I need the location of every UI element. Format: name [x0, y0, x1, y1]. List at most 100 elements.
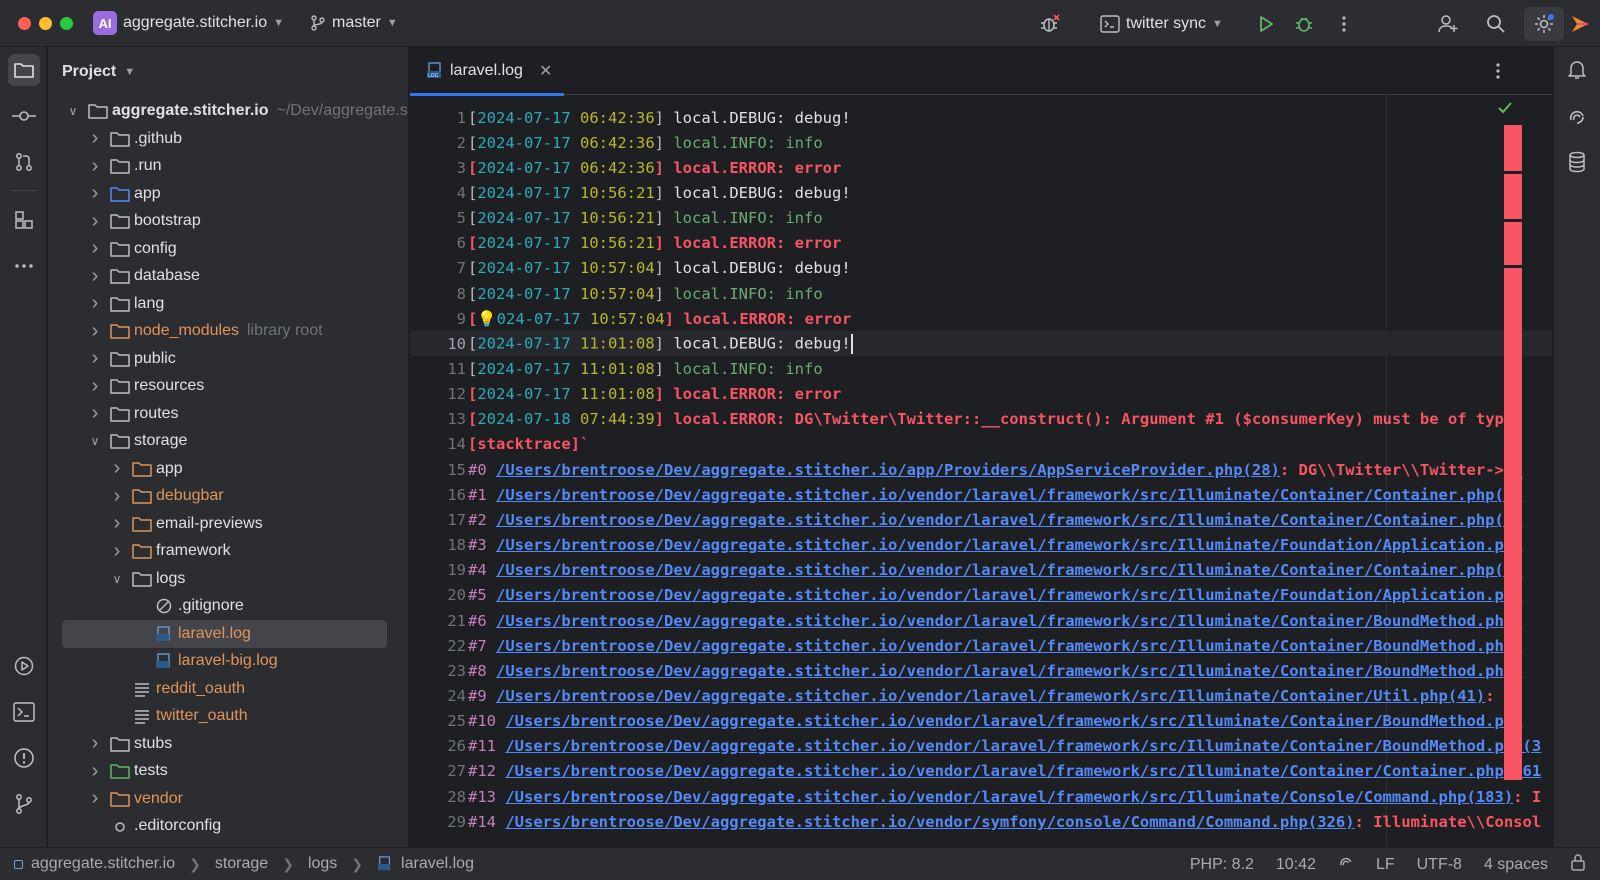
code-line[interactable]: 24 #9 /Users/brentroose/Dev/aggregate.sti… [410, 683, 1552, 708]
tree-item[interactable]: twitter_oauth [48, 702, 408, 730]
project-panel-header[interactable]: Project ▼ [48, 47, 408, 97]
add-user-icon[interactable] [1434, 10, 1462, 38]
debug-icon[interactable] [1290, 10, 1318, 38]
chevron-right-icon[interactable]: › [88, 182, 102, 205]
chevron-right-icon[interactable]: › [88, 787, 102, 810]
chevron-right-icon[interactable]: › [88, 320, 102, 343]
breadcrumb-storage[interactable]: storage [215, 855, 268, 873]
stack-frame-path-link[interactable]: /Users/brentroose/Dev/aggregate.stitcher… [496, 461, 1280, 479]
tree-item[interactable]: › app [48, 180, 408, 208]
commit-icon[interactable] [8, 100, 40, 132]
services-icon[interactable] [8, 650, 40, 682]
more-icon[interactable] [1330, 10, 1358, 38]
code-line[interactable]: 3 [2024-07-17 06:42:36] local.ERROR: erro… [410, 155, 1552, 180]
more-horizontal-icon[interactable] [8, 250, 40, 282]
tree-item[interactable]: › framework [48, 537, 408, 565]
code-line[interactable]: 2 [2024-07-17 06:42:36] local.INFO: info [410, 130, 1552, 155]
run-config-selector[interactable]: twitter sync ▼ [1100, 15, 1223, 33]
error-stripe-marks[interactable] [1504, 125, 1522, 780]
chevron-right-icon[interactable]: › [88, 347, 102, 370]
ai-assistant-icon[interactable] [1561, 100, 1593, 132]
tree-item[interactable]: › email-previews [48, 510, 408, 538]
code-line[interactable]: 20 #5 /Users/brentroose/Dev/aggregate.sti… [410, 583, 1552, 608]
chevron-right-icon[interactable]: › [110, 457, 124, 480]
bug-x-icon[interactable] [1036, 10, 1064, 38]
chevron-right-icon[interactable]: › [88, 210, 102, 233]
stack-frame-path-link[interactable]: /Users/brentroose/Dev/aggregate.stitcher… [505, 712, 1522, 730]
stack-frame-path-link[interactable]: /Users/brentroose/Dev/aggregate.stitcher… [505, 762, 1541, 780]
breadcrumb-logs[interactable]: logs [308, 855, 337, 873]
stack-frame-path-link[interactable]: /Users/brentroose/Dev/aggregate.stitcher… [496, 687, 1485, 705]
code-line[interactable]: 9 [💡024-07-17 10:57:04] local.ERROR: erro… [410, 306, 1552, 331]
tree-item[interactable]: › tests [48, 757, 408, 785]
code-line[interactable]: 8 [2024-07-17 10:57:04] local.INFO: info [410, 281, 1552, 306]
tree-item[interactable]: › lang [48, 290, 408, 318]
code-line[interactable]: 29 #14 /Users/brentroose/Dev/aggregate.st… [410, 809, 1552, 834]
code-line[interactable]: 14 [stacktrace]` [410, 432, 1552, 457]
chevron-right-icon[interactable]: › [88, 402, 102, 425]
stack-frame-path-link[interactable]: /Users/brentroose/Dev/aggregate.stitcher… [505, 788, 1513, 806]
stack-frame-path-link[interactable]: /Users/brentroose/Dev/aggregate.stitcher… [496, 536, 1523, 554]
tree-item[interactable]: › resources [48, 372, 408, 400]
stack-frame-path-link[interactable]: /Users/brentroose/Dev/aggregate.stitcher… [496, 511, 1523, 529]
chevron-right-icon[interactable]: › [110, 485, 124, 508]
tree-item[interactable]: ∨ storage [48, 427, 408, 455]
code-line[interactable]: 23 #8 /Users/brentroose/Dev/aggregate.sti… [410, 658, 1552, 683]
code-line[interactable]: 18 #3 /Users/brentroose/Dev/aggregate.sti… [410, 533, 1552, 558]
breadcrumb-file[interactable]: laravel.log [401, 855, 474, 873]
tree-item[interactable]: ∨ aggregate.stitcher.io ~/Dev/aggregate.s [48, 97, 408, 125]
structure-icon[interactable] [8, 204, 40, 236]
search-icon[interactable] [1482, 10, 1510, 38]
tree-item[interactable]: › bootstrap [48, 207, 408, 235]
ai-status-icon[interactable] [1338, 854, 1354, 875]
file-encoding[interactable]: UTF-8 [1417, 856, 1462, 874]
indent-setting[interactable]: 4 spaces [1484, 856, 1548, 874]
code-line[interactable]: 27 #12 /Users/brentroose/Dev/aggregate.st… [410, 759, 1552, 784]
php-version[interactable]: PHP: 8.2 [1190, 856, 1254, 874]
code-line[interactable]: 22 #7 /Users/brentroose/Dev/aggregate.sti… [410, 633, 1552, 658]
code-line[interactable]: 21 #6 /Users/brentroose/Dev/aggregate.sti… [410, 608, 1552, 633]
code-line[interactable]: 10 [2024-07-17 11:01:08] local.DEBUG: deb… [410, 331, 1552, 357]
branch-selector[interactable]: master ▼ [310, 14, 398, 32]
chevron-right-icon[interactable]: › [88, 292, 102, 315]
chevron-right-icon[interactable]: › [88, 237, 102, 260]
tab-laravel-log[interactable]: LOG laravel.log ✕ [410, 47, 564, 96]
chevron-right-icon[interactable]: › [88, 127, 102, 150]
code-line[interactable]: 19 #4 /Users/brentroose/Dev/aggregate.sti… [410, 558, 1552, 583]
code-line[interactable]: 1 [2024-07-17 06:42:36] local.DEBUG: debu… [410, 105, 1552, 130]
tree-item[interactable]: › vendor [48, 785, 408, 813]
stack-frame-path-link[interactable]: /Users/brentroose/Dev/aggregate.stitcher… [505, 813, 1354, 831]
stack-frame-path-link[interactable]: /Users/brentroose/Dev/aggregate.stitcher… [496, 561, 1523, 579]
project-selector[interactable]: AI aggregate.stitcher.io ▼ [75, 11, 284, 35]
chevron-right-icon[interactable]: › [88, 760, 102, 783]
git-icon[interactable] [8, 788, 40, 820]
run-icon[interactable] [1252, 10, 1280, 38]
stack-frame-path-link[interactable]: /Users/brentroose/Dev/aggregate.stitcher… [496, 612, 1523, 630]
breadcrumb-project[interactable]: aggregate.stitcher.io [31, 855, 175, 873]
chevron-down-icon[interactable]: ∨ [110, 572, 124, 586]
stack-frame-path-link[interactable]: /Users/brentroose/Dev/aggregate.stitcher… [496, 486, 1523, 504]
zoom-window-button[interactable] [60, 16, 73, 30]
tree-item[interactable]: .editorconfig [48, 812, 408, 840]
stack-frame-path-link[interactable]: /Users/brentroose/Dev/aggregate.stitcher… [496, 637, 1523, 655]
code-line[interactable]: 4 [2024-07-17 10:56:21] local.DEBUG: debu… [410, 180, 1552, 205]
minimize-window-button[interactable] [39, 16, 52, 30]
chevron-right-icon[interactable]: › [88, 265, 102, 288]
tree-item[interactable]: › debugbar [48, 482, 408, 510]
tree-item[interactable]: laravel-big.log [48, 647, 408, 675]
database-icon[interactable] [1561, 146, 1593, 178]
tree-item[interactable]: .gitignore [48, 592, 408, 620]
stack-frame-path-link[interactable]: /Users/brentroose/Dev/aggregate.stitcher… [505, 737, 1541, 755]
stack-frame-path-link[interactable]: /Users/brentroose/Dev/aggregate.stitcher… [496, 586, 1523, 604]
chevron-down-icon[interactable]: ∨ [88, 434, 102, 448]
notifications-icon[interactable] [1561, 54, 1593, 86]
tree-item[interactable]: laravel.log [48, 619, 408, 648]
terminal-icon[interactable] [8, 696, 40, 728]
pull-request-icon[interactable] [8, 146, 40, 178]
tree-item[interactable]: › database [48, 262, 408, 290]
chevron-right-icon[interactable]: › [88, 155, 102, 178]
chevron-down-icon[interactable]: ∨ [66, 104, 80, 118]
code-line[interactable]: 12 [2024-07-17 11:01:08] local.ERROR: err… [410, 382, 1552, 407]
close-window-button[interactable] [18, 16, 31, 30]
tree-item[interactable]: › .github [48, 125, 408, 153]
